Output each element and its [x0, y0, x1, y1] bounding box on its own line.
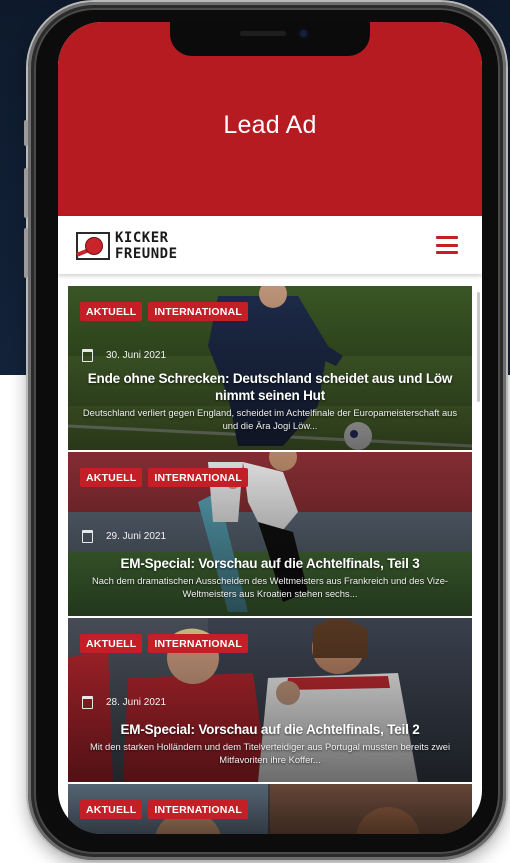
- tag-international[interactable]: INTERNATIONAL: [148, 468, 248, 487]
- scrollbar[interactable]: [477, 292, 480, 402]
- tag-aktuell[interactable]: AKTUELL: [80, 468, 143, 487]
- date-text: 30. Juni 2021: [106, 350, 167, 361]
- calendar-icon: [82, 530, 93, 543]
- article-feed: AKTUELL INTERNATIONAL 30. Juni 2021 Ende…: [68, 286, 472, 834]
- tag-international[interactable]: INTERNATIONAL: [148, 800, 248, 819]
- tag-aktuell[interactable]: AKTUELL: [80, 302, 143, 321]
- site-header: KICKER FREUNDE: [58, 216, 482, 274]
- article-excerpt: Mit den starken Holländern und dem Titel…: [89, 741, 451, 765]
- article-title[interactable]: EM-Special: Vorschau auf die Achtelfinal…: [74, 555, 466, 572]
- article-card[interactable]: AKTUELL INTERNATIONAL 28. Juni 2021 EM-S…: [68, 618, 472, 782]
- site-logo[interactable]: KICKER FREUNDE: [76, 227, 178, 265]
- logo-line-2: FREUNDE: [115, 246, 178, 262]
- article-date: 29. Juni 2021: [82, 530, 166, 543]
- phone-side-button: [24, 168, 28, 218]
- phone-screen: Lead Ad KICKER FREUNDE AKTUELL INTERNATI…: [58, 22, 482, 834]
- phone-side-button: [24, 228, 28, 278]
- tag-international[interactable]: INTERNATIONAL: [148, 634, 248, 653]
- logo-line-1: KICKER: [115, 230, 169, 246]
- lead-ad-label: Lead Ad: [223, 110, 317, 139]
- hamburger-icon[interactable]: [436, 236, 458, 254]
- article-excerpt: Nach dem dramatischen Ausscheiden des We…: [91, 575, 449, 599]
- calendar-icon: [82, 696, 93, 709]
- article-card[interactable]: AKTUELL INTERNATIONAL: [68, 784, 472, 834]
- phone-side-button: [24, 120, 28, 146]
- camera-icon: [298, 28, 309, 39]
- tag-aktuell[interactable]: AKTUELL: [80, 634, 143, 653]
- tag-international[interactable]: INTERNATIONAL: [148, 302, 248, 321]
- article-card[interactable]: AKTUELL INTERNATIONAL 30. Juni 2021 Ende…: [68, 286, 472, 450]
- article-card[interactable]: AKTUELL INTERNATIONAL 29. Juni 2021 EM-S…: [68, 452, 472, 616]
- article-title[interactable]: EM-Special: Vorschau auf die Achtelfinal…: [74, 721, 466, 738]
- tag-aktuell[interactable]: AKTUELL: [80, 800, 143, 819]
- article-excerpt: Deutschland verliert gegen England, sche…: [82, 407, 458, 431]
- phone-notch: [170, 22, 370, 56]
- date-text: 29. Juni 2021: [106, 531, 167, 542]
- speaker-grille: [240, 31, 286, 36]
- logo-text: KICKER FREUNDE: [115, 230, 178, 262]
- article-date: 30. Juni 2021: [82, 349, 166, 362]
- football-logo-icon: [76, 232, 110, 260]
- article-date: 28. Juni 2021: [82, 696, 166, 709]
- article-title[interactable]: Ende ohne Schrecken: Deutschland scheide…: [74, 370, 466, 404]
- calendar-icon: [82, 349, 93, 362]
- date-text: 28. Juni 2021: [106, 697, 167, 708]
